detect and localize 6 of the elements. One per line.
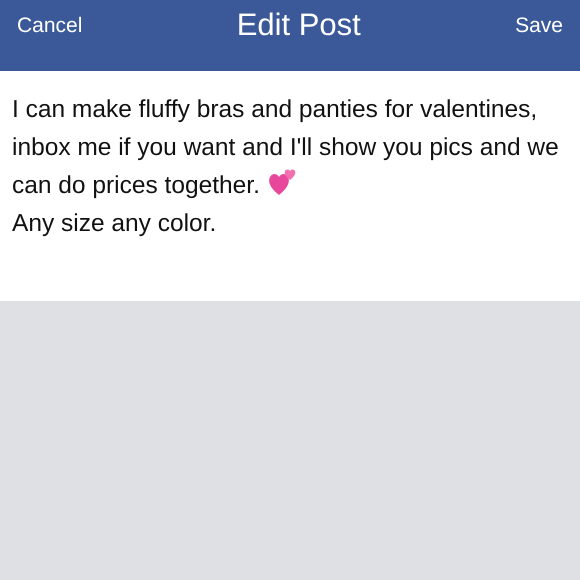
cancel-button[interactable]: Cancel — [17, 10, 82, 42]
hearts-icon — [266, 167, 297, 197]
post-editor[interactable]: I can make fluffy bras and panties for valentines, inbox me if you want and I'll show you pics and we can do prices together. Any size any color. — [0, 71, 580, 301]
save-button[interactable]: Save — [515, 10, 563, 42]
post-text: I can make fluffy bras and panties for valentines, inbox me if you want and I'll show you pics and we can do prices together. Any size any color. — [12, 95, 560, 239]
page-title: Edit Post — [236, 6, 361, 44]
